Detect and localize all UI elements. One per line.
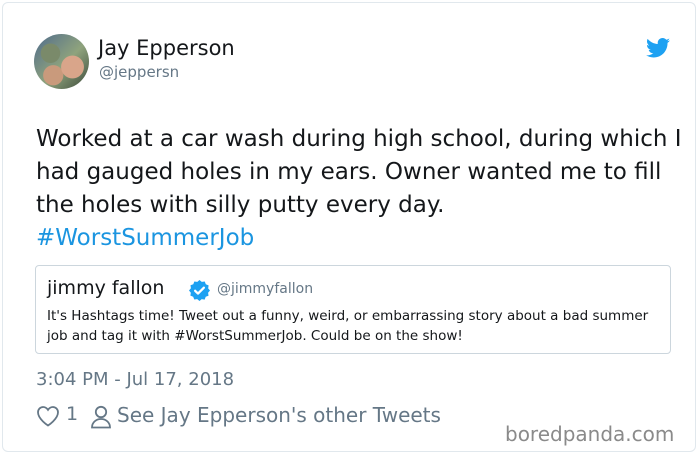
author-display-name[interactable]: Jay Epperson [98,36,235,60]
quoted-display-name[interactable]: jimmy fallon [47,277,164,299]
tweet-text: Worked at a car wash during high school,… [36,123,686,255]
quoted-tweet[interactable]: jimmy fallon @jimmyfallon It's Hashtags … [35,265,671,354]
verified-badge-icon [189,280,210,301]
tweet-body: Worked at a car wash during high school,… [36,126,682,218]
heart-icon[interactable] [36,405,60,427]
avatar[interactable] [34,34,89,89]
twitter-bird-icon[interactable] [646,38,670,58]
person-icon[interactable] [90,405,112,429]
see-other-tweets-link[interactable]: See Jay Epperson's other Tweets [117,403,441,427]
author-handle[interactable]: @jeppersn [99,63,179,81]
tweet-timestamp[interactable]: 3:04 PM - Jul 17, 2018 [36,369,234,390]
site-watermark: boredpanda.com [505,422,675,446]
tweet-card: Jay Epperson @jeppersn Worked at a car w… [2,2,696,452]
hashtag-link[interactable]: #WorstSummerJob [36,225,254,251]
like-count: 1 [66,403,79,425]
quoted-text: It's Hashtags time! Tweet out a funny, w… [47,308,649,344]
quoted-handle[interactable]: @jimmyfallon [217,281,313,297]
